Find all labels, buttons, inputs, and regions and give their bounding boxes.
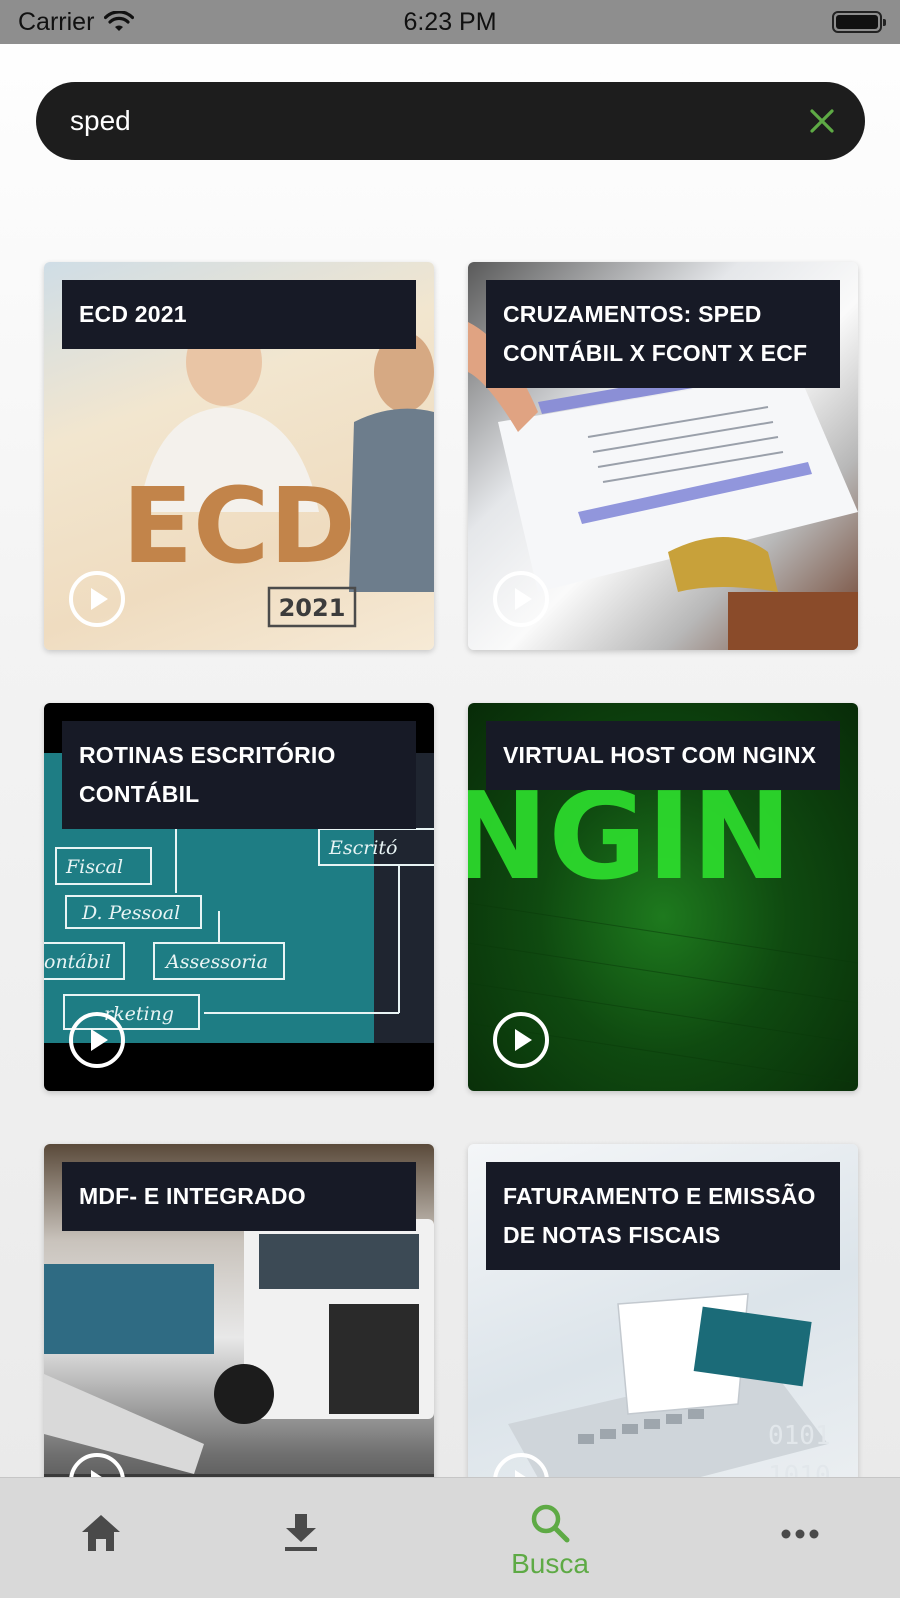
- svg-text:Fiscal: Fiscal: [65, 856, 123, 878]
- tab-bar: Busca: [0, 1477, 900, 1598]
- search-bar[interactable]: [36, 82, 865, 160]
- svg-text:Escritó: Escritó: [328, 837, 398, 859]
- tab-search[interactable]: Busca: [480, 1478, 620, 1598]
- status-left: Carrier: [18, 7, 135, 37]
- clear-search-button[interactable]: [805, 104, 839, 138]
- course-title: ROTINAS ESCRITÓRIO CONTÁBIL: [62, 721, 416, 829]
- course-title: FATURAMENTO E EMISSÃO DE NOTAS FISCAIS: [486, 1162, 840, 1270]
- carrier-label: Carrier: [18, 7, 95, 36]
- battery-icon: [832, 11, 886, 33]
- tab-search-label: Busca: [511, 1548, 589, 1579]
- course-title: MDF- E INTEGRADO: [62, 1162, 416, 1231]
- play-icon[interactable]: [68, 1011, 126, 1069]
- play-icon[interactable]: [492, 1011, 550, 1069]
- home-icon: [82, 1515, 120, 1551]
- course-card[interactable]: CRUZAMENTOS: SPED CONTÁBIL X FCONT X ECF: [468, 262, 858, 650]
- course-card[interactable]: NGIN VIRTUAL HOST COM NGINX: [468, 703, 858, 1091]
- course-card[interactable]: 0101 1010 FATURAMENTO E EMISSÃO DE NOTAS …: [468, 1144, 858, 1532]
- play-icon[interactable]: [492, 570, 550, 628]
- more-icon: [781, 1529, 819, 1539]
- wifi-icon: [104, 11, 135, 31]
- svg-text:0101: 0101: [768, 1421, 831, 1451]
- tab-home[interactable]: [31, 1478, 171, 1598]
- play-icon[interactable]: [68, 570, 126, 628]
- course-title: VIRTUAL HOST COM NGINX: [486, 721, 840, 790]
- tab-more[interactable]: [730, 1478, 870, 1598]
- thumb-year-text: 2021: [279, 594, 346, 622]
- course-card[interactable]: Fiscal D. Pessoal ontábil Assessoria rke…: [44, 703, 434, 1091]
- search-icon: [531, 1504, 570, 1543]
- download-icon: [285, 1514, 317, 1551]
- tab-downloads[interactable]: [231, 1478, 371, 1598]
- course-card[interactable]: ECD 2021 ECD 2021: [44, 262, 434, 650]
- thumb-ecd-text: ECD: [122, 465, 356, 587]
- svg-text:ontábil: ontábil: [44, 951, 111, 973]
- course-title: CRUZAMENTOS: SPED CONTÁBIL X FCONT X ECF: [486, 280, 840, 388]
- close-icon: [810, 109, 834, 133]
- svg-text:D. Pessoal: D. Pessoal: [81, 902, 180, 924]
- search-input[interactable]: [70, 105, 805, 137]
- svg-text:Assessoria: Assessoria: [164, 951, 268, 973]
- course-title: ECD 2021: [62, 280, 416, 349]
- course-card[interactable]: MDF- E INTEGRADO: [44, 1144, 434, 1532]
- status-time: 6:23 PM: [403, 7, 497, 36]
- status-bar: Carrier 6:23 PM: [0, 0, 900, 44]
